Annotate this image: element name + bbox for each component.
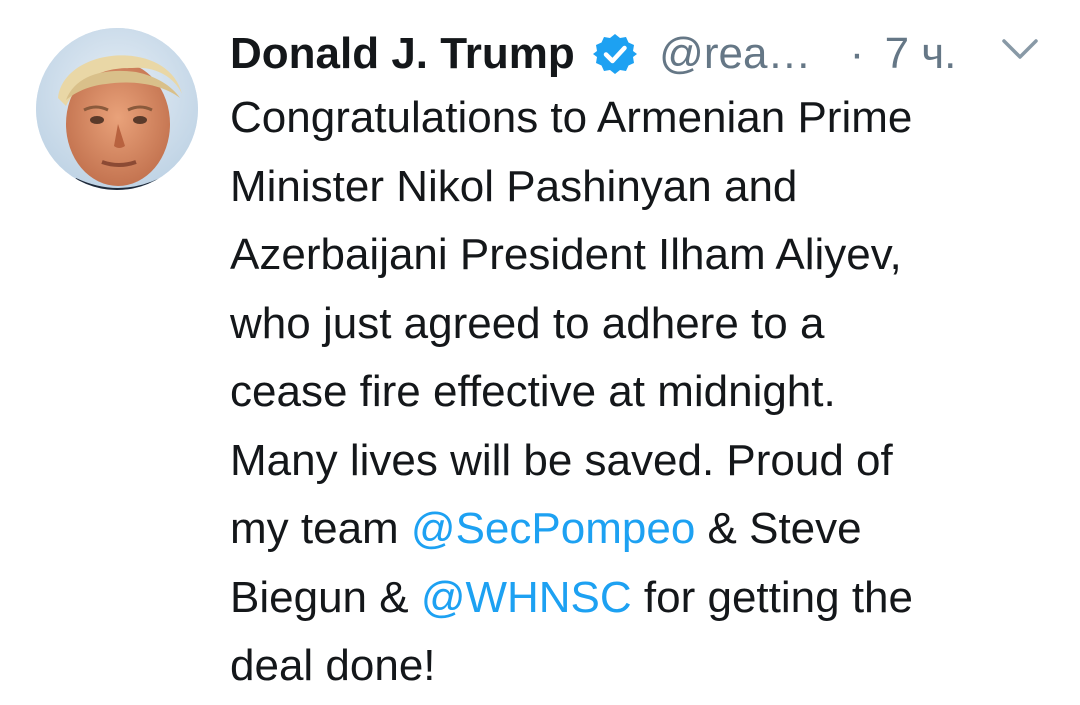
- tweet-line: who just agreed to adhere to a: [230, 298, 825, 348]
- tweet-text-segment: & Steve: [695, 504, 862, 553]
- tweet-timestamp[interactable]: 7 ч.: [885, 24, 957, 84]
- tweet-text-segment: for getting the: [631, 572, 913, 622]
- tweet-header: Donald J. Trump @rea… · 7 ч.: [230, 22, 1060, 82]
- author-handle[interactable]: @rea…: [659, 24, 811, 84]
- tweet-line: Biegun & @WHNSC for getting the: [230, 564, 1060, 633]
- tweet-line: my team @SecPompeo & Steve: [230, 495, 1060, 564]
- author-name[interactable]: Donald J. Trump: [230, 24, 575, 84]
- tweet-line: Many lives will be saved. Proud of: [230, 435, 893, 485]
- tweet-line: deal done!: [230, 641, 436, 690]
- tweet-line: Congratulations to Armenian Prime: [230, 93, 913, 142]
- tweet-line: Minister Nikol Pashinyan and: [230, 161, 798, 211]
- tweet-text-segment: my team: [230, 504, 411, 553]
- chevron-down-icon[interactable]: [997, 30, 1043, 70]
- tweet-card[interactable]: Donald J. Trump @rea… · 7 ч. Congratulat…: [0, 0, 1080, 705]
- tweet-text: Congratulations to Armenian Prime Minist…: [230, 84, 1060, 701]
- profile-avatar[interactable]: [36, 28, 198, 190]
- separator-dot: ·: [849, 29, 865, 79]
- mention-secpompeo-link[interactable]: @SecPompeo: [411, 504, 695, 553]
- verified-badge-icon[interactable]: [592, 32, 637, 76]
- tweet-text-segment: Biegun &: [230, 572, 421, 622]
- tweet-line: Azerbaijani President Ilham Aliyev,: [230, 230, 902, 279]
- mention-whnsc-link[interactable]: @WHNSC: [421, 573, 632, 622]
- tweet-line: cease fire effective at midnight.: [230, 367, 836, 416]
